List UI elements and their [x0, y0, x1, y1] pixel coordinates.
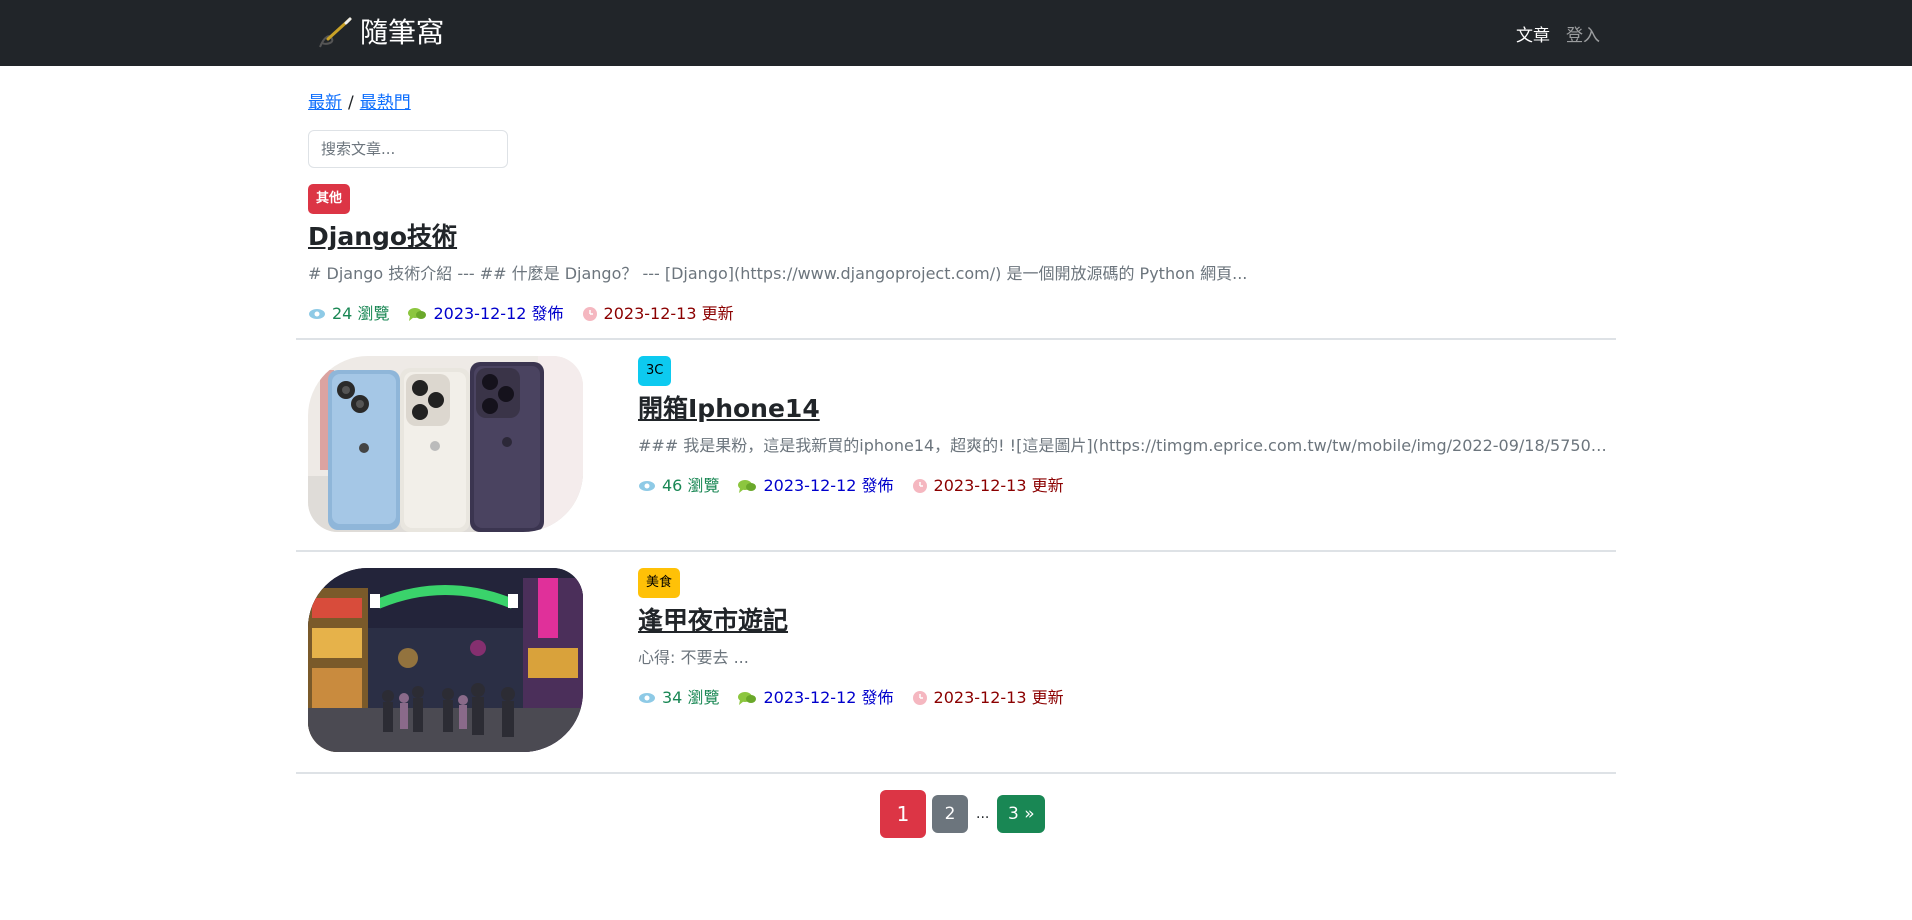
views-count: 34 瀏覽	[638, 686, 719, 710]
divider	[296, 550, 1616, 552]
post-meta: 46 瀏覽 2023-12-12 發佈 2023-12-13 更新	[638, 474, 1064, 498]
clock-icon	[582, 307, 597, 321]
page-1-button[interactable]: 1	[880, 790, 926, 838]
published-text: 2023-12-12 發佈	[763, 688, 894, 707]
category-badge[interactable]: 其他	[308, 184, 351, 214]
post-meta: 24 瀏覽 2023-12-12 發佈 2023-12-13 更新	[308, 302, 734, 326]
sort-hottest-link[interactable]: 最熱門	[360, 93, 411, 113]
post-item: 3C 開箱Iphone14 ### 我是果粉，這是我新買的iphone14，超爽…	[296, 356, 1616, 532]
post-excerpt: 心得: 不要去 ...	[638, 648, 749, 667]
night-market-photo	[308, 568, 583, 752]
eye-icon	[309, 309, 325, 319]
post-thumbnail[interactable]	[308, 568, 583, 752]
nav-links: 文章 登入	[1516, 21, 1600, 46]
search-input[interactable]	[308, 130, 508, 168]
sort-latest-link[interactable]: 最新	[308, 93, 342, 113]
views-text: 34 瀏覽	[662, 688, 720, 707]
iphone-photo	[308, 356, 583, 532]
updated-text: 2023-12-13 更新	[603, 304, 734, 323]
post-excerpt: # Django 技術介紹 --- ## 什麼是 Django？ --- [Dj…	[308, 264, 1248, 283]
pagination-ellipsis: ...	[976, 806, 990, 822]
sort-separator: /	[348, 93, 354, 113]
clock-icon	[912, 691, 927, 705]
post-item: 美食 逢甲夜市遊記 心得: 不要去 ... 34 瀏覽 2023-12-12 發…	[296, 568, 1616, 752]
brand-name: 隨筆窩	[360, 16, 445, 49]
views-count: 24 瀏覽	[308, 302, 389, 326]
nav-link-articles[interactable]: 文章	[1516, 21, 1550, 46]
eye-icon	[639, 693, 655, 703]
published-date: 2023-12-12 發佈	[407, 302, 564, 326]
post-thumbnail[interactable]	[308, 356, 583, 532]
post-meta: 34 瀏覽 2023-12-12 發佈 2023-12-13 更新	[638, 686, 1064, 710]
comments-icon	[738, 480, 757, 493]
post-title-link[interactable]: 開箱Iphone14	[638, 392, 820, 426]
category-badge[interactable]: 3C	[638, 356, 672, 386]
updated-text: 2023-12-13 更新	[933, 476, 1064, 495]
eye-icon	[639, 481, 655, 491]
updated-date: 2023-12-13 更新	[912, 686, 1064, 710]
clock-icon	[912, 479, 927, 493]
nav-link-login[interactable]: 登入	[1566, 21, 1600, 46]
top-navbar: 隨筆窩 文章 登入	[0, 0, 1912, 66]
divider	[296, 772, 1616, 774]
pen-icon	[319, 17, 352, 48]
views-text: 46 瀏覽	[662, 476, 720, 495]
post-title-link[interactable]: Django技術	[308, 220, 457, 254]
published-date: 2023-12-12 發佈	[737, 474, 894, 498]
pagination: 1 2 ... 3 »	[880, 790, 1046, 838]
post-title-link[interactable]: 逢甲夜市遊記	[638, 604, 788, 638]
page-2-button[interactable]: 2	[932, 795, 968, 833]
comments-icon	[408, 308, 427, 321]
brand-link[interactable]: 隨筆窩	[314, 14, 444, 52]
sort-bar: 最新 / 最熱門	[308, 91, 411, 115]
published-date: 2023-12-12 發佈	[737, 686, 894, 710]
updated-date: 2023-12-13 更新	[912, 474, 1064, 498]
views-count: 46 瀏覽	[638, 474, 719, 498]
category-badge[interactable]: 美食	[638, 568, 681, 598]
published-text: 2023-12-12 發佈	[763, 476, 894, 495]
page-last-button[interactable]: 3 »	[997, 795, 1046, 833]
updated-date: 2023-12-13 更新	[582, 302, 734, 326]
updated-text: 2023-12-13 更新	[933, 688, 1064, 707]
views-text: 24 瀏覽	[332, 304, 390, 323]
divider	[296, 338, 1616, 340]
post-excerpt: ### 我是果粉，這是我新買的iphone14，超爽的! ![這是圖片](htt…	[638, 436, 1608, 455]
comments-icon	[738, 692, 757, 705]
published-text: 2023-12-12 發佈	[433, 304, 564, 323]
